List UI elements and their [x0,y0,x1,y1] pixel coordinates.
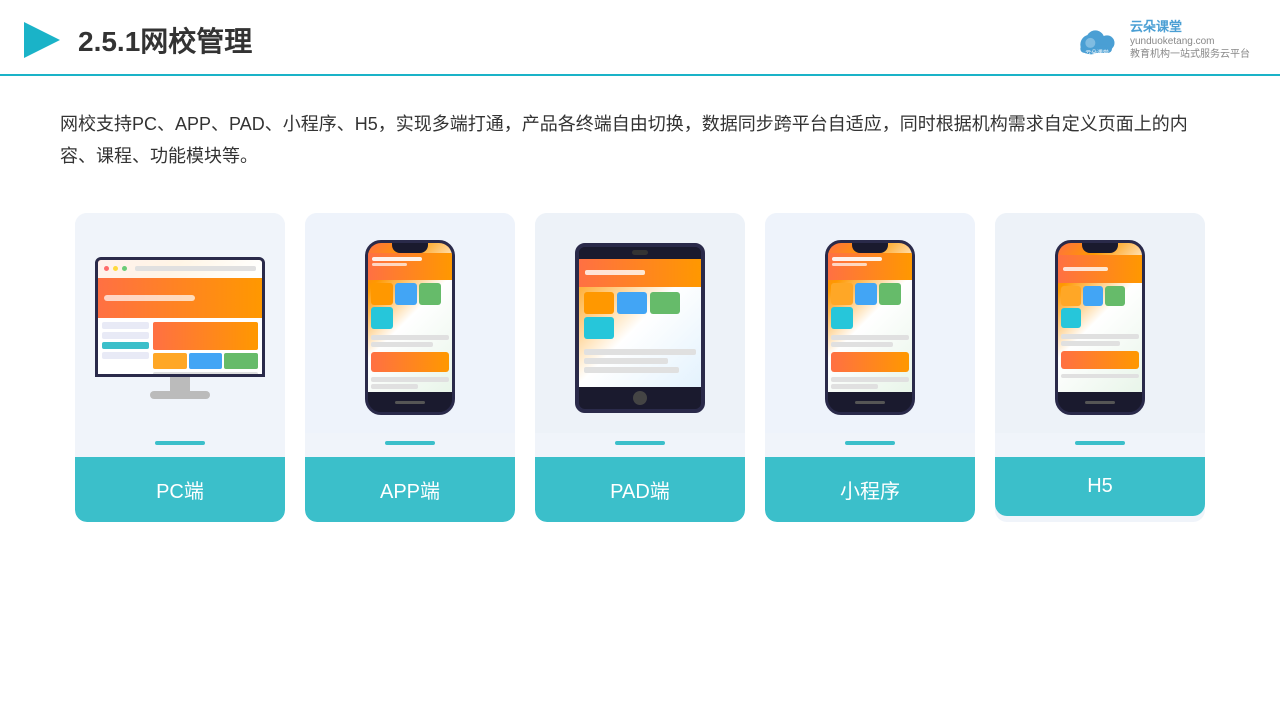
card-pad-image [535,213,745,433]
card-app: APP端 [305,213,515,522]
header: 2.5.1网校管理 云朵课堂 云朵课堂 yunduoketang.com 教育机… [0,0,1280,76]
description-text: 网校支持PC、APP、PAD、小程序、H5，实现多端打通，产品各终端自由切换，数… [0,76,1280,193]
tablet-screen [579,259,701,387]
miniprogram-phone-screen [828,243,912,392]
card-h5-label: H5 [995,457,1205,516]
card-pc-label: PC端 [75,457,285,522]
card-pad-divider [615,441,665,445]
logo-name: 云朵课堂 [1130,19,1250,36]
pad-tablet-illustration [575,243,705,413]
card-app-image [305,213,515,433]
phone-notch [392,243,428,253]
svg-text:云朵课堂: 云朵课堂 [1085,49,1108,57]
phone-screen [368,243,452,392]
card-pc: PC端 [75,213,285,522]
card-app-label: APP端 [305,457,515,522]
card-pc-image [75,213,285,433]
card-miniprogram-label: 小程序 [765,457,975,522]
card-miniprogram-divider [845,441,895,445]
miniprogram-phone-home-indicator [855,401,885,404]
logo-area: 云朵课堂 云朵课堂 yunduoketang.com 教育机构一站式服务云平台 [1072,19,1250,62]
card-h5-image [995,213,1205,433]
logo-tagline: 教育机构一站式服务云平台 [1130,48,1250,61]
logo-text-area: 云朵课堂 yunduoketang.com 教育机构一站式服务云平台 [1130,19,1250,62]
card-h5-divider [1075,441,1125,445]
h5-phone-illustration [1055,240,1145,415]
header-left: 2.5.1网校管理 [20,18,252,62]
phone-home-indicator [395,401,425,404]
tablet-home-btn [633,391,647,405]
page-title: 2.5.1网校管理 [78,20,252,60]
cloud-logo-icon: 云朵课堂 [1072,21,1122,59]
logo-url: yunduoketang.com [1130,35,1250,48]
description-paragraph: 网校支持PC、APP、PAD、小程序、H5，实现多端打通，产品各终端自由切换，数… [60,108,1220,173]
card-pad: PAD端 [535,213,745,522]
card-pc-divider [155,441,205,445]
card-miniprogram-image [765,213,975,433]
miniprogram-phone-illustration [825,240,915,415]
card-pad-label: PAD端 [535,457,745,522]
card-miniprogram: 小程序 [765,213,975,522]
h5-phone-home-indicator [1085,401,1115,404]
card-h5: H5 [995,213,1205,522]
cards-container: PC端 [0,193,1280,552]
pc-monitor-illustration [95,257,265,399]
play-icon [20,18,64,62]
miniprogram-phone-notch [852,243,888,253]
app-phone-illustration [365,240,455,415]
card-app-divider [385,441,435,445]
